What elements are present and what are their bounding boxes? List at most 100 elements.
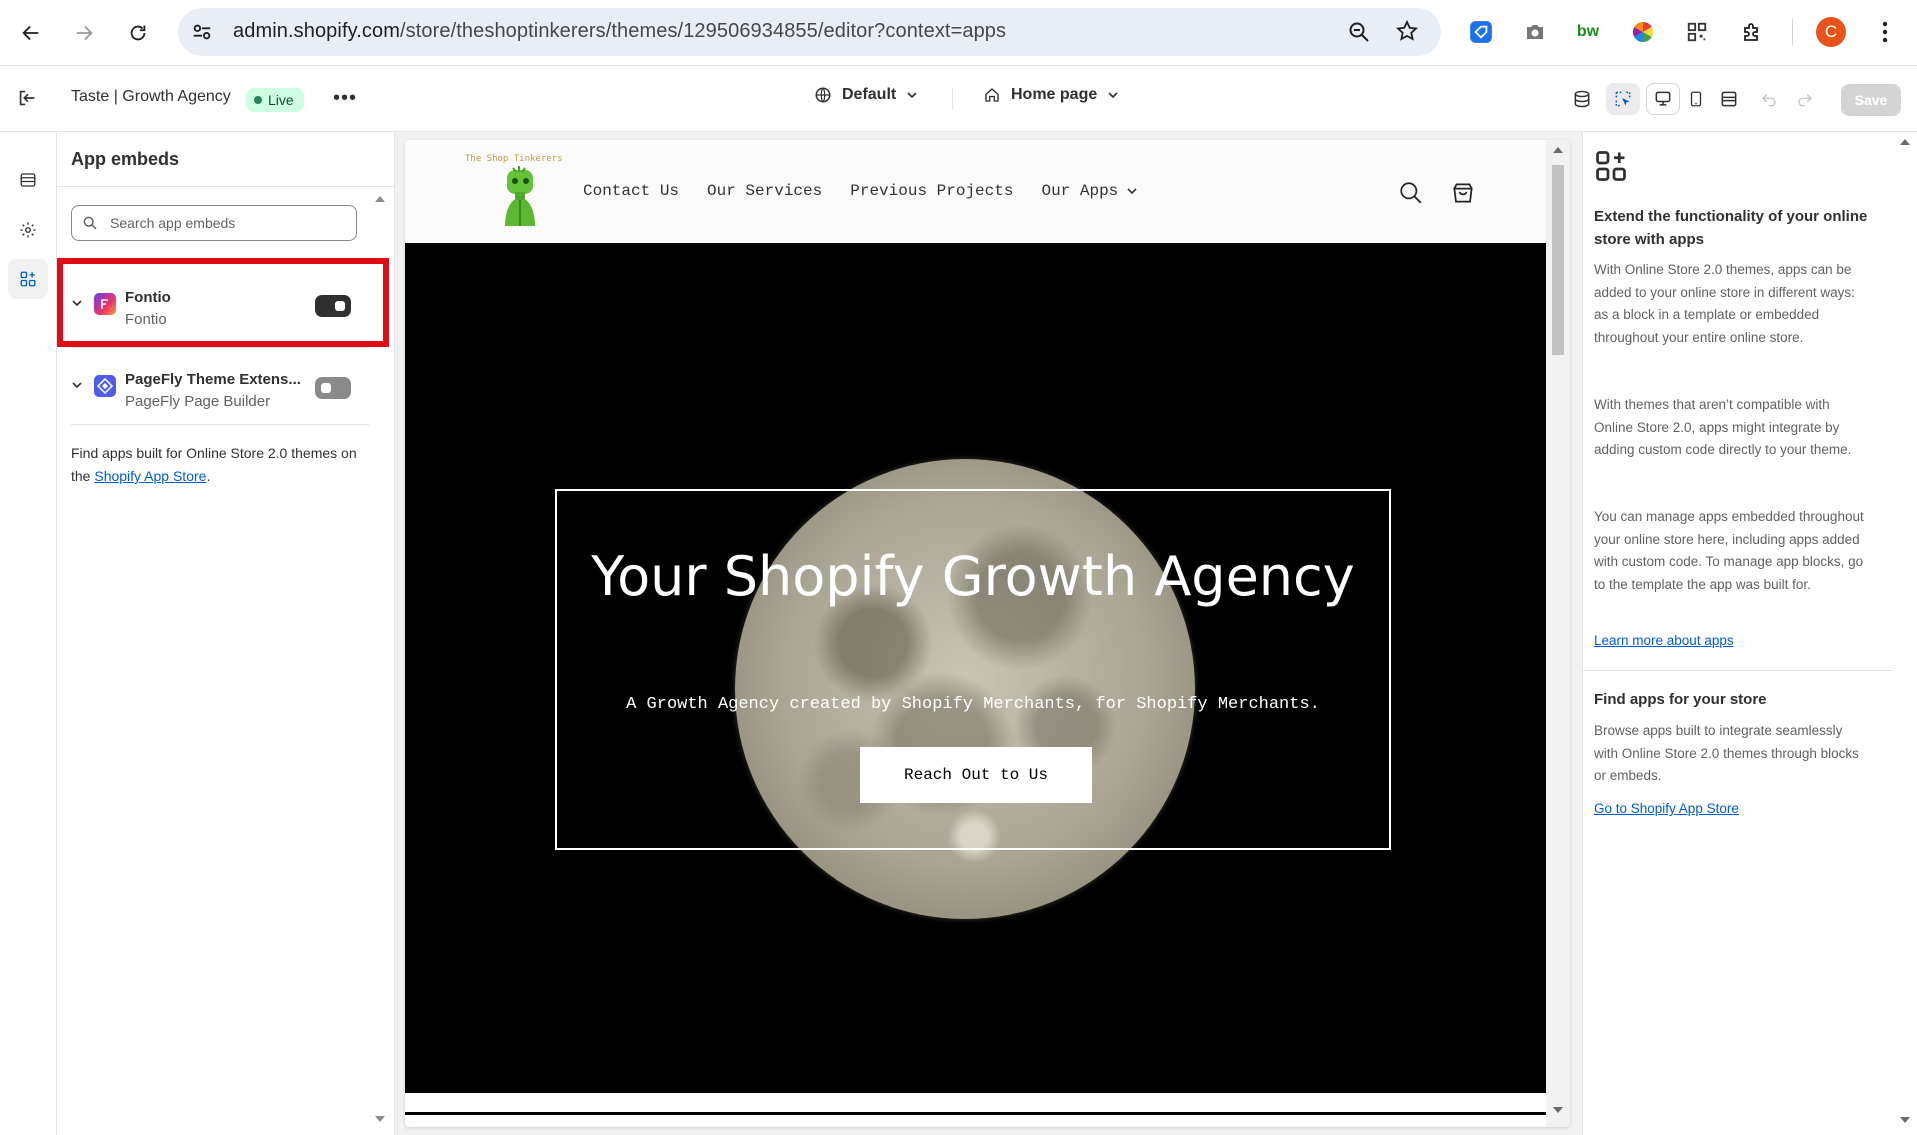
find-apps-text: Find apps built for Online Store 2.0 the… bbox=[71, 442, 361, 488]
search-input[interactable] bbox=[110, 213, 350, 233]
app-embeds-panel: App embeds Fontio Fontio PageFly Theme E… bbox=[57, 132, 395, 1135]
scroll-up-icon[interactable] bbox=[1900, 138, 1910, 146]
left-rail bbox=[0, 132, 57, 1135]
bookmark-star-icon[interactable] bbox=[1395, 19, 1419, 43]
preview-scrollbar[interactable] bbox=[1546, 140, 1570, 1127]
info-paragraph: You can manage apps embedded throughout … bbox=[1594, 509, 1864, 592]
editor-topbar: Taste | Growth Agency Live ••• Default H… bbox=[0, 66, 1917, 132]
globe-icon bbox=[815, 87, 831, 103]
fullscreen-view-icon[interactable] bbox=[1712, 83, 1746, 115]
exit-icon[interactable] bbox=[16, 87, 38, 109]
device-toggle-group bbox=[1646, 82, 1746, 116]
store-nav: Contact Us Our Services Previous Project… bbox=[583, 182, 1138, 200]
store-logo[interactable] bbox=[491, 164, 551, 228]
url-path: /store/theshoptinkerers/themes/129506934… bbox=[399, 20, 1007, 42]
hero-content-box: Your Shopify Growth Agency A Growth Agen… bbox=[555, 489, 1391, 850]
shopify-app-store-link[interactable]: Shopify App Store bbox=[94, 468, 206, 484]
embed-name: PageFly Theme Extens... bbox=[125, 371, 301, 388]
url-text: admin.shopify.com/store/theshoptinkerers… bbox=[233, 20, 1006, 43]
scroll-down-icon[interactable] bbox=[1553, 1106, 1563, 1114]
nav-previous-projects[interactable]: Previous Projects bbox=[850, 182, 1013, 200]
mobile-view-icon[interactable] bbox=[1679, 83, 1713, 115]
nav-contact-us[interactable]: Contact Us bbox=[583, 182, 679, 200]
context-select[interactable]: Default bbox=[814, 86, 918, 104]
chevron-down-icon bbox=[1108, 92, 1118, 99]
scrollbar-thumb[interactable] bbox=[1552, 165, 1564, 355]
color-wheel-icon[interactable] bbox=[1628, 17, 1658, 47]
store-preview[interactable]: The Shop Tinkerers Contact Us Our Servic… bbox=[405, 140, 1570, 1127]
puzzle-icon[interactable] bbox=[1737, 17, 1767, 47]
hero-title: Your Shopify Growth Agency bbox=[591, 545, 1355, 608]
chevron-down-icon[interactable] bbox=[71, 379, 83, 391]
undo-icon[interactable] bbox=[1752, 83, 1786, 115]
apps-icon bbox=[1593, 148, 1629, 184]
store-logo-text: The Shop Tinkerers bbox=[465, 154, 563, 164]
divider bbox=[71, 347, 369, 348]
app-embeds-icon[interactable] bbox=[8, 259, 48, 299]
store-search-icon[interactable] bbox=[1398, 180, 1424, 206]
pagefly-app-icon bbox=[94, 375, 116, 397]
info-paragraph: With Online Store 2.0 themes, apps can b… bbox=[1594, 262, 1855, 345]
home-icon bbox=[985, 88, 999, 102]
browser-menu-icon[interactable] bbox=[1870, 17, 1900, 47]
toggle-knob bbox=[321, 383, 331, 393]
embed-item-pagefly[interactable]: PageFly Theme Extens... PageFly Page Bui… bbox=[57, 349, 369, 429]
cart-icon[interactable] bbox=[1450, 180, 1476, 206]
learn-more-link[interactable]: Learn more about apps bbox=[1594, 633, 1734, 648]
qr-icon[interactable] bbox=[1682, 17, 1712, 47]
camera-icon[interactable] bbox=[1520, 17, 1550, 47]
info-paragraph: With themes that aren’t compatible with … bbox=[1594, 397, 1852, 457]
browser-toolbar: admin.shopify.com/store/theshoptinkerers… bbox=[0, 0, 1917, 66]
toolbar-separator bbox=[1792, 19, 1793, 45]
theme-name: Taste | Growth Agency bbox=[71, 88, 231, 105]
inspector-icon[interactable] bbox=[1606, 83, 1640, 115]
page-select[interactable]: Home page bbox=[983, 86, 1119, 104]
profile-avatar[interactable]: C bbox=[1816, 17, 1846, 47]
forward-icon[interactable] bbox=[66, 15, 102, 51]
divider bbox=[1583, 670, 1893, 671]
search-icon bbox=[82, 215, 98, 231]
address-bar[interactable]: admin.shopify.com/store/theshoptinkerers… bbox=[178, 8, 1441, 56]
chevron-down-icon bbox=[1127, 188, 1137, 195]
scroll-up-icon[interactable] bbox=[1553, 146, 1563, 154]
topbar-divider bbox=[952, 88, 953, 110]
back-icon[interactable] bbox=[13, 15, 49, 51]
scroll-down-icon[interactable] bbox=[1900, 1116, 1910, 1124]
chevron-down-icon bbox=[907, 92, 917, 99]
url-host: admin.shopify.com bbox=[233, 20, 400, 42]
page-label: Home page bbox=[1011, 86, 1098, 103]
save-button[interactable]: Save bbox=[1841, 84, 1901, 116]
reach-out-button[interactable]: Reach Out to Us bbox=[860, 747, 1092, 803]
find-apps-heading: Find apps for your store bbox=[1594, 691, 1767, 708]
nav-our-services[interactable]: Our Services bbox=[707, 182, 822, 200]
info-paragraph: Browse apps built to integrate seamlessl… bbox=[1594, 723, 1859, 783]
database-icon[interactable] bbox=[1565, 83, 1599, 115]
redo-icon[interactable] bbox=[1788, 83, 1822, 115]
more-actions-button[interactable]: ••• bbox=[333, 87, 357, 110]
nav-our-apps[interactable]: Our Apps bbox=[1041, 182, 1138, 200]
zoom-icon[interactable] bbox=[1347, 20, 1371, 44]
embed-toggle-pagefly[interactable] bbox=[315, 377, 351, 399]
hero-banner: Your Shopify Growth Agency A Growth Agen… bbox=[405, 243, 1546, 1093]
store-header: The Shop Tinkerers Contact Us Our Servic… bbox=[405, 140, 1546, 243]
info-heading: Extend the functionality of your online … bbox=[1594, 208, 1868, 248]
search-app-embeds-field[interactable] bbox=[71, 205, 357, 241]
live-badge: Live bbox=[246, 88, 304, 112]
find-apps-suffix: . bbox=[206, 468, 211, 484]
theme-settings-gear-icon[interactable] bbox=[8, 210, 48, 250]
bw-icon[interactable]: bw bbox=[1573, 17, 1603, 47]
desktop-view-icon[interactable] bbox=[1646, 83, 1680, 115]
live-label: Live bbox=[268, 92, 294, 108]
sections-icon[interactable] bbox=[8, 160, 48, 200]
app-info-panel: Extend the functionality of your online … bbox=[1582, 132, 1917, 1135]
site-settings-icon[interactable] bbox=[190, 20, 214, 44]
context-label: Default bbox=[842, 86, 897, 103]
divider bbox=[71, 424, 369, 425]
reload-icon[interactable] bbox=[120, 15, 156, 51]
scroll-up-icon[interactable] bbox=[374, 194, 386, 204]
scroll-down-icon[interactable] bbox=[374, 1114, 386, 1124]
go-to-app-store-link[interactable]: Go to Shopify App Store bbox=[1594, 801, 1739, 816]
nav-our-apps-label: Our Apps bbox=[1041, 182, 1119, 200]
embed-subtitle: PageFly Page Builder bbox=[125, 393, 271, 410]
tag-icon[interactable] bbox=[1466, 17, 1496, 47]
